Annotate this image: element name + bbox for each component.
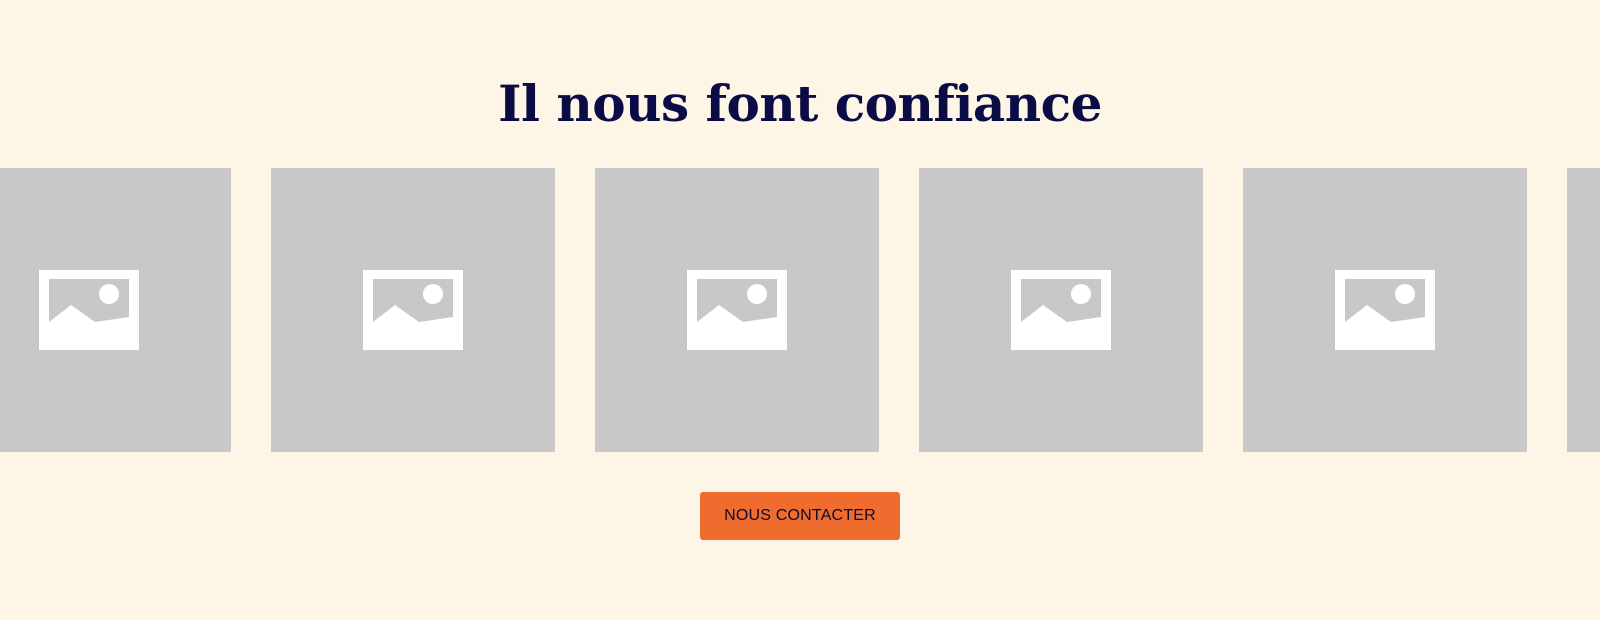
image-placeholder-icon [687, 270, 787, 350]
partner-logo [919, 168, 1203, 452]
partner-logo [0, 168, 231, 452]
image-placeholder-icon [363, 270, 463, 350]
partner-logo [1243, 168, 1527, 452]
contact-button[interactable]: NOUS CONTACTER [700, 492, 900, 540]
logo-carousel[interactable] [0, 168, 1600, 452]
image-placeholder-icon [1011, 270, 1111, 350]
partner-logo [271, 168, 555, 452]
section-title: Il nous font confiance [498, 74, 1102, 133]
partner-logo [595, 168, 879, 452]
image-placeholder-icon [1335, 270, 1435, 350]
image-placeholder-icon [39, 270, 139, 350]
partner-logo [1567, 168, 1600, 452]
